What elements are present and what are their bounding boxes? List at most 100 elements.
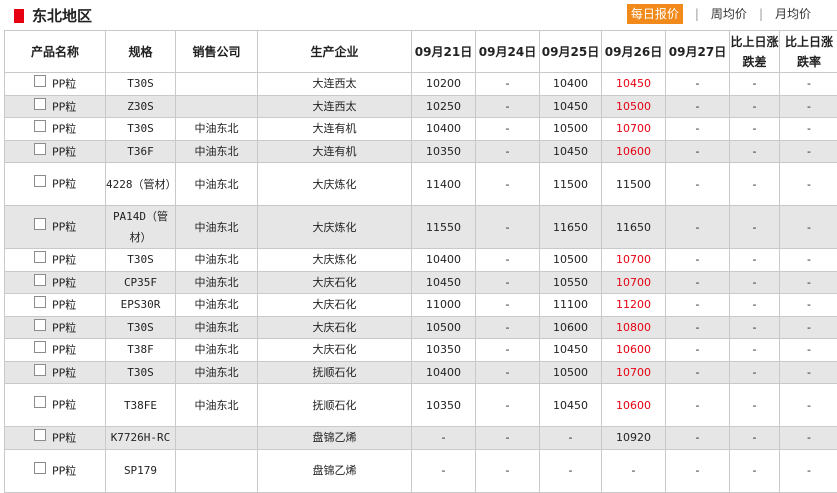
cell-company: 中油东北 [176, 163, 258, 206]
cell-0924: - [476, 118, 540, 141]
table-row: PP粒4228（管材）中油东北大庆炼化11400-1150011500--- [5, 163, 837, 206]
cell-spec: PA14D（管材） [106, 206, 176, 249]
cell-0925: 11500 [540, 163, 602, 206]
table-body: PP粒T30S大连西太10200-1040010450---PP粒Z30S大连西… [5, 73, 837, 493]
cell-product: PP粒 [5, 95, 106, 118]
cell-0925: 10550 [540, 271, 602, 294]
row-checkbox[interactable] [34, 218, 46, 230]
cell-0924: - [476, 339, 540, 362]
cell-0921: 11400 [412, 163, 476, 206]
table-header-row: 产品名称 规格 销售公司 生产企业 09月21日 09月24日 09月25日 0… [5, 31, 837, 73]
col-header-date-0927[interactable]: 09月27日 [666, 31, 730, 73]
cell-maker: 大连有机 [258, 140, 412, 163]
cell-0924: - [476, 361, 540, 384]
col-header-date-0924[interactable]: 09月24日 [476, 31, 540, 73]
cell-product: PP粒 [5, 271, 106, 294]
row-checkbox[interactable] [34, 429, 46, 441]
row-checkbox[interactable] [34, 319, 46, 331]
cell-maker: 抚顺石化 [258, 384, 412, 427]
cell-maker: 大庆石化 [258, 316, 412, 339]
row-checkbox[interactable] [34, 296, 46, 308]
row-checkbox[interactable] [34, 75, 46, 87]
cell-company: 中油东北 [176, 140, 258, 163]
cell-0925: - [540, 427, 602, 450]
cell-0924: - [476, 163, 540, 206]
product-name: PP粒 [52, 344, 76, 357]
product-name: PP粒 [52, 254, 76, 267]
cell-change-rate: - [780, 316, 837, 339]
col-header-product[interactable]: 产品名称 [5, 31, 106, 73]
cell-0921: - [412, 449, 476, 492]
row-checkbox[interactable] [34, 98, 46, 110]
cell-0927: - [666, 384, 730, 427]
cell-company [176, 73, 258, 96]
cell-0924: - [476, 249, 540, 272]
row-checkbox[interactable] [34, 341, 46, 353]
cell-0926: 10450 [602, 73, 666, 96]
col-header-maker[interactable]: 生产企业 [258, 31, 412, 73]
cell-change-diff: - [730, 384, 780, 427]
cell-0926: 11500 [602, 163, 666, 206]
cell-spec: SP179 [106, 449, 176, 492]
table-row: PP粒T30S中油东北抚顺石化10400-1050010700--- [5, 361, 837, 384]
cell-0927: - [666, 271, 730, 294]
cell-0926: 11650 [602, 206, 666, 249]
cell-product: PP粒 [5, 294, 106, 317]
cell-0921: 11550 [412, 206, 476, 249]
row-checkbox[interactable] [34, 143, 46, 155]
row-checkbox[interactable] [34, 274, 46, 286]
product-name: PP粒 [52, 432, 76, 445]
cell-maker: 大连西太 [258, 73, 412, 96]
cell-0926: 10600 [602, 384, 666, 427]
table-row: PP粒SP179盘锦乙烯------- [5, 449, 837, 492]
cell-spec: T38F [106, 339, 176, 362]
row-checkbox[interactable] [34, 251, 46, 263]
cell-0926: 10600 [602, 140, 666, 163]
col-header-change-rate[interactable]: 比上日涨跌率 [780, 31, 837, 73]
region-marker-icon [14, 9, 24, 23]
cell-0925: 10500 [540, 361, 602, 384]
cell-spec: 4228（管材） [106, 163, 176, 206]
table-row: PP粒T38FE中油东北抚顺石化10350-1045010600--- [5, 384, 837, 427]
tab-separator: | [695, 7, 699, 21]
cell-company: 中油东北 [176, 384, 258, 427]
cell-company: 中油东北 [176, 294, 258, 317]
cell-0925: 10450 [540, 95, 602, 118]
cell-maker: 大庆炼化 [258, 249, 412, 272]
cell-spec: K7726H-RC [106, 427, 176, 450]
cell-0926: 10920 [602, 427, 666, 450]
col-header-date-0921[interactable]: 09月21日 [412, 31, 476, 73]
cell-0927: - [666, 95, 730, 118]
cell-maker: 大庆炼化 [258, 206, 412, 249]
cell-0926: 10700 [602, 249, 666, 272]
cell-0926: - [602, 449, 666, 492]
row-checkbox[interactable] [34, 396, 46, 408]
cell-0927: - [666, 427, 730, 450]
cell-spec: T30S [106, 361, 176, 384]
cell-spec: T30S [106, 316, 176, 339]
cell-change-diff: - [730, 95, 780, 118]
tab-weekly-average[interactable]: 周均价 [711, 4, 747, 24]
row-checkbox[interactable] [34, 175, 46, 187]
row-checkbox[interactable] [34, 364, 46, 376]
cell-company [176, 95, 258, 118]
col-header-company[interactable]: 销售公司 [176, 31, 258, 73]
row-checkbox[interactable] [34, 120, 46, 132]
col-header-date-0926[interactable]: 09月26日 [602, 31, 666, 73]
row-checkbox[interactable] [34, 462, 46, 474]
table-row: PP粒T36F中油东北大连有机10350-1045010600--- [5, 140, 837, 163]
tab-monthly-average[interactable]: 月均价 [775, 4, 811, 24]
cell-0927: - [666, 294, 730, 317]
col-header-change-diff[interactable]: 比上日涨跌差 [730, 31, 780, 73]
table-row: PP粒PA14D（管材）中油东北大庆炼化11550-1165011650--- [5, 206, 837, 249]
tab-daily-quote[interactable]: 每日报价 [627, 4, 683, 24]
cell-0925: - [540, 449, 602, 492]
cell-product: PP粒 [5, 427, 106, 450]
cell-0921: 11000 [412, 294, 476, 317]
cell-0925: 11100 [540, 294, 602, 317]
col-header-spec[interactable]: 规格 [106, 31, 176, 73]
cell-0924: - [476, 384, 540, 427]
cell-product: PP粒 [5, 316, 106, 339]
cell-0924: - [476, 449, 540, 492]
col-header-date-0925[interactable]: 09月25日 [540, 31, 602, 73]
